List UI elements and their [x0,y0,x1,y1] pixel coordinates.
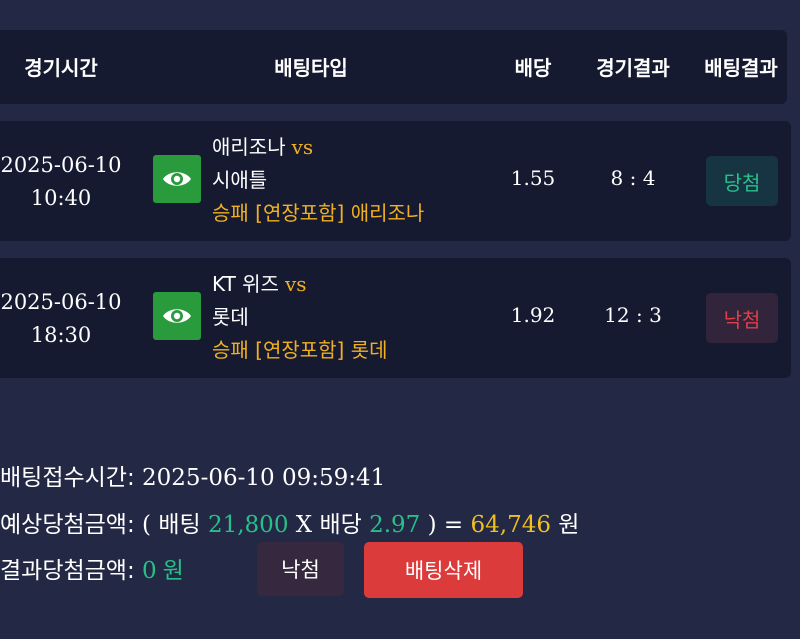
bet-row: 2025-06-10 10:40 애리조나 vs 시애틀 승패 [연장포함] 애리… [0,121,791,241]
received-time-line: 배팅접수시간: 2025-06-10 09:59:41 [0,458,385,492]
vs-label: vs [284,272,307,296]
game-time: 2025-06-10 18:30 [0,286,122,352]
vs-label: vs [291,135,314,159]
odds-value: 1.55 [510,166,556,190]
eye-icon [163,172,191,186]
eye-icon [163,309,191,323]
status-badge: 당첨 [706,156,778,206]
result-win-line: 결과당첨금액: 0원 [0,551,184,585]
game-score: 12 : 3 [604,303,662,327]
bet-row: 2025-06-10 18:30 KT 위즈 vs 롯데 승패 [연장포함] 롯데… [0,258,791,378]
received-time-value: 2025-06-10 09:59:41 [142,465,386,491]
delete-bet-button[interactable]: 배팅삭제 [364,542,523,598]
expected-win-line: 예상당첨금액: ( 배팅 21,800 X 배당 2.97 ) = 64,746… [0,505,579,539]
match-info: KT 위즈 vs 롯데 승패 [연장포함] 롯데 [212,268,388,367]
lose-status-button: 낙첨 [257,542,344,596]
close-equals: ) = [427,512,464,538]
away-team: 롯데 [212,305,249,329]
expected-amount: 64,746 [470,512,551,538]
table-header: 경기시간 배팅타입 배당 경기결과 배팅결과 [0,30,787,104]
home-team-line: 애리조나 vs [212,131,424,164]
home-team: 애리조나 [212,135,286,159]
result-win-label: 결과당첨금액: [0,558,135,584]
game-clock: 10:40 [30,186,92,210]
header-game-result: 경기결과 [596,56,670,80]
header-bet-type: 배팅타입 [274,56,348,80]
times-sign: X [295,512,313,538]
bet-pick: 승패 [연장포함] 롯데 [212,338,388,362]
game-time: 2025-06-10 10:40 [0,149,122,215]
expected-win-label: 예상당첨금액: [0,512,135,538]
game-clock: 18:30 [30,323,92,347]
header-odds: 배당 [514,56,552,80]
bet-amount: 21,800 [207,512,289,538]
view-detail-button[interactable] [153,292,201,340]
home-team: KT 위즈 [212,272,279,296]
match-info: 애리조나 vs 시애틀 승패 [연장포함] 애리조나 [212,131,424,230]
header-time: 경기시간 [24,56,98,80]
status-badge: 낙첨 [706,293,778,343]
result-amount: 0 [142,558,157,584]
bet-amount-label: 배팅 [158,512,201,538]
open-paren: ( [142,512,152,538]
game-date: 2025-06-10 [0,153,122,177]
away-team: 시애틀 [212,168,268,192]
currency-won: 원 [558,512,580,538]
result-currency-won: 원 [162,558,184,584]
home-team-line: KT 위즈 vs [212,268,388,301]
bet-pick: 승패 [연장포함] 애리조나 [212,201,425,225]
odds-value: 1.92 [510,303,556,327]
total-odds: 2.97 [369,512,421,538]
game-date: 2025-06-10 [0,290,122,314]
odds-label: 배당 [319,512,362,538]
received-time-label: 배팅접수시간: [0,465,135,491]
game-score: 8 : 4 [610,166,656,190]
header-bet-result: 배팅결과 [704,56,778,80]
view-detail-button[interactable] [153,155,201,203]
